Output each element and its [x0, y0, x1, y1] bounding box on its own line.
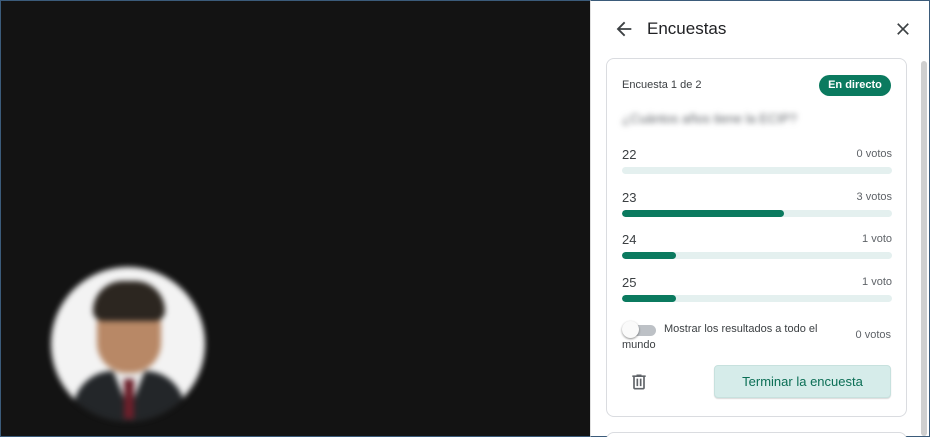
show-results-toggle[interactable]	[622, 321, 658, 339]
option-votes: 1 voto	[862, 276, 892, 288]
toggle-knob	[622, 321, 639, 338]
poll-card: Encuesta 1 de 2 En directo ¿Cuántos años…	[606, 58, 907, 417]
poll-option: 23 3 votos	[622, 190, 892, 220]
option-bar-track	[622, 210, 892, 217]
video-area	[0, 0, 590, 437]
avatar-hair	[93, 281, 165, 321]
option-label: 24	[622, 232, 637, 247]
arrow-left-icon	[616, 21, 632, 37]
avatar-tie	[124, 379, 134, 419]
option-label: 22	[622, 147, 637, 162]
option-bar-track	[622, 167, 892, 174]
panel-title: Encuestas	[647, 19, 727, 38]
poll-option: 24 1 voto	[622, 232, 892, 262]
poll-option: 22 0 votos	[622, 147, 892, 177]
polls-panel: Encuestas Encuesta 1 de 2 En directo ¿Cu…	[590, 0, 930, 437]
option-label: 23	[622, 190, 637, 205]
option-bar-track	[622, 252, 892, 259]
live-status-badge: En directo	[819, 75, 891, 96]
delete-poll-button[interactable]	[629, 371, 649, 393]
option-votes: 1 voto	[862, 233, 892, 245]
back-button[interactable]	[613, 18, 635, 40]
option-bar-fill	[622, 252, 676, 259]
panel-header: Encuestas	[591, 1, 929, 57]
end-poll-button[interactable]: Terminar la encuesta	[714, 365, 891, 398]
participant-avatar	[51, 267, 205, 421]
trash-icon	[632, 374, 646, 390]
poll-count-label: Encuesta 1 de 2	[622, 79, 702, 91]
option-bar-fill	[622, 295, 676, 302]
close-icon	[897, 23, 909, 35]
show-results-votes: 0 votos	[855, 329, 891, 341]
option-label: 25	[622, 275, 637, 290]
next-poll-card	[606, 432, 907, 437]
option-bar-track	[622, 295, 892, 302]
option-bar-fill	[622, 210, 784, 217]
option-votes: 0 votos	[856, 148, 892, 160]
poll-question: ¿Cuántos años tiene la ECIP?	[622, 111, 797, 126]
poll-option: 25 1 voto	[622, 275, 892, 305]
close-button[interactable]	[893, 19, 913, 39]
option-votes: 3 votos	[856, 191, 892, 203]
panel-scrollbar[interactable]	[921, 61, 927, 436]
